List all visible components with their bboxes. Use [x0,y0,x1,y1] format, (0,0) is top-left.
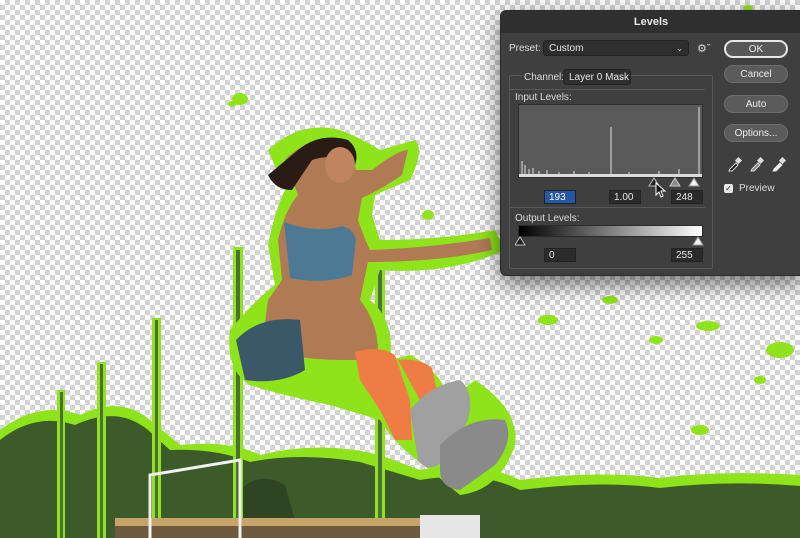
chevron-down-icon: ⌄ [676,44,683,53]
output-white-field[interactable]: 255 [671,248,703,262]
output-white-slider[interactable] [692,236,704,246]
output-black-field[interactable]: 0 [544,248,576,262]
histogram-graph [519,107,702,177]
cancel-button[interactable]: Cancel [724,65,788,83]
preview-label: Preview [739,183,775,194]
input-levels-label: Input Levels: [515,92,572,103]
output-level-sliders[interactable] [515,236,705,246]
athlete [229,127,516,495]
ok-button[interactable]: OK [724,40,788,58]
channel-dropdown[interactable]: Layer 0 Mask ⌄ [563,69,631,85]
divider [509,207,705,208]
gamma-slider[interactable] [669,177,681,187]
dialog-title: Levels [501,11,800,33]
output-black-slider[interactable] [515,236,526,246]
divider [509,89,705,90]
preset-label: Preset: [509,43,541,54]
gray-eyedropper-icon[interactable] [749,156,765,172]
auto-button[interactable]: Auto [724,95,788,113]
preview-checkbox[interactable]: ✓ [724,184,733,193]
options-button[interactable]: Options... [724,124,788,142]
histogram [518,104,703,178]
black-eyedropper-icon[interactable] [727,156,743,172]
preset-dropdown[interactable]: Custom ⌄ [543,40,689,56]
check-icon: ✓ [725,184,732,193]
gear-icon[interactable]: ⚙ˇ [697,42,711,55]
channel-label: Channel: [522,72,567,83]
preset-value: Custom [549,42,584,54]
input-black-field[interactable]: 193 [544,190,576,204]
white-eyedropper-icon[interactable] [771,156,787,172]
output-levels-label: Output Levels: [515,213,580,224]
levels-dialog: Levels Preset: Custom ⌄ ⚙ˇ Channel: Laye… [500,10,800,276]
bleachers [115,515,480,538]
chevron-down-icon: ⌄ [618,73,625,82]
input-white-field[interactable]: 248 [671,190,703,204]
input-gamma-field[interactable]: 1.00 [609,190,641,204]
white-point-slider[interactable] [688,177,700,187]
cursor-icon [655,182,667,198]
